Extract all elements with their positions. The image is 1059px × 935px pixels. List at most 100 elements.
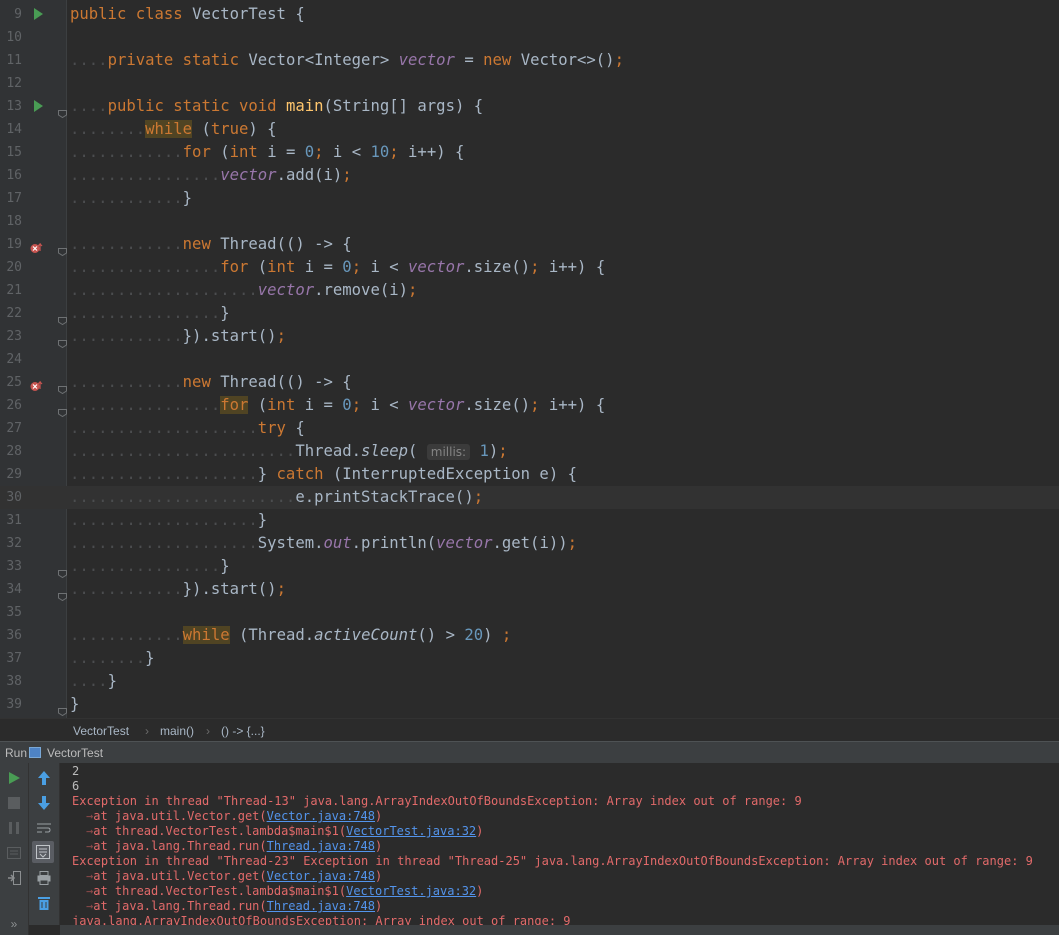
stack-trace-link[interactable]: VectorTest.java:32 [346,884,476,898]
code-text[interactable]: ............for (int i = 0; i < 10; i++)… [70,141,464,164]
code-line[interactable]: 22................} [0,302,1059,326]
code-line[interactable]: 14 ........while (true) { [0,118,1059,141]
code-text[interactable]: ................for (int i = 0; i < vect… [70,394,605,417]
dump-threads-icon[interactable] [5,844,23,862]
line-number[interactable]: 32 [0,532,22,555]
fold-marker-icon[interactable] [58,563,67,579]
code-line[interactable]: 12 [0,72,1059,95]
line-number[interactable]: 28 [0,440,22,463]
trash-icon[interactable] [35,894,53,912]
code-line[interactable]: 29....................} catch (Interrupt… [0,463,1059,486]
stack-trace-link[interactable]: Vector.java:748 [267,809,375,823]
lambda-breakpoint-icon[interactable] [30,239,43,253]
line-number[interactable]: 38 [0,670,22,693]
line-number[interactable]: 39 [0,693,22,716]
code-line[interactable]: 24 [0,348,1059,371]
code-text[interactable]: ............new Thread(() -> { [70,233,352,256]
code-text[interactable]: ....................System.out.println(v… [70,532,577,555]
code-text[interactable]: ................for (int i = 0; i < vect… [70,256,605,279]
fold-marker-icon[interactable] [58,241,67,257]
breadcrumb-method[interactable]: main() [160,724,194,738]
code-line[interactable]: 39} [0,693,1059,717]
code-editor[interactable]: 9 public class VectorTest { 10 11 ....privat… [0,0,1059,718]
code-line[interactable]: 32 ....................System.out.println… [0,532,1059,555]
line-number[interactable]: 30 [0,486,22,509]
print-icon[interactable] [35,869,53,887]
code-line[interactable]: 25 ............new Thread(() -> { [0,371,1059,395]
pause-icon[interactable] [5,819,23,837]
run-gutter-icon[interactable] [34,100,43,112]
code-line[interactable]: 19 ............new Thread(() -> { [0,233,1059,257]
line-number[interactable]: 21 [0,279,22,302]
line-number[interactable]: 36 [0,624,22,647]
code-line[interactable]: 10 [0,26,1059,49]
line-number[interactable]: 16 [0,164,22,187]
code-text[interactable]: ....................vector.remove(i); [70,279,417,302]
code-line[interactable]: 31....................} [0,509,1059,532]
code-line[interactable]: 23 ............}).start(); [0,325,1059,349]
code-text[interactable]: ....................try { [70,417,305,440]
code-line[interactable]: 35 [0,601,1059,624]
line-number[interactable]: 31 [0,509,22,532]
fold-marker-icon[interactable] [58,310,67,326]
code-text[interactable]: ................} [70,302,230,325]
code-line[interactable]: 28 ........................Thread.sleep( … [0,440,1059,463]
scroll-down-icon[interactable] [35,794,53,812]
line-number[interactable]: 24 [0,348,22,371]
line-number[interactable]: 17 [0,187,22,210]
lambda-breakpoint-icon[interactable] [30,377,43,391]
code-text[interactable]: ............while (Thread.activeCount() … [70,624,511,647]
fold-marker-icon[interactable] [58,379,67,395]
console-horizontal-scrollbar[interactable] [60,925,1059,935]
code-text[interactable]: ....public static void main(String[] arg… [70,95,483,118]
exit-icon[interactable] [5,869,23,887]
line-number[interactable]: 37 [0,647,22,670]
code-text[interactable]: ....private static Vector<Integer> vecto… [70,49,624,72]
code-line[interactable]: 36 ............while (Thread.activeCount(… [0,624,1059,647]
stop-icon[interactable] [5,794,23,812]
code-line[interactable]: 26 ................for (int i = 0; i < ve… [0,394,1059,418]
more-icon[interactable]: » [5,915,23,933]
code-text[interactable]: ................} [70,555,230,578]
code-line[interactable]: 17............} [0,187,1059,210]
code-text[interactable]: ........} [70,647,155,670]
line-number[interactable]: 23 [0,325,22,348]
code-line[interactable]: 33................} [0,555,1059,579]
stack-trace-link[interactable]: Thread.java:748 [267,839,375,853]
line-number[interactable]: 26 [0,394,22,417]
console-output[interactable]: 2 6 Exception in thread "Thread-13" java.l… [60,763,1059,925]
code-text[interactable]: ............} [70,187,192,210]
code-text[interactable]: public class VectorTest { [70,3,305,26]
code-line[interactable]: 16 ................vector.add(i); [0,164,1059,187]
line-number[interactable]: 22 [0,302,22,325]
breadcrumb-lambda[interactable]: () -> {...} [221,724,265,738]
code-text[interactable]: ........while (true) { [70,118,277,141]
code-line[interactable]: 34 ............}).start(); [0,578,1059,602]
line-number[interactable]: 29 [0,463,22,486]
run-tab-title[interactable]: VectorTest [47,746,103,760]
stack-trace-link[interactable]: Vector.java:748 [267,869,375,883]
line-number[interactable]: 11 [0,49,22,72]
breadcrumb-class[interactable]: VectorTest [73,724,129,738]
rerun-icon[interactable] [5,769,23,787]
line-number[interactable]: 12 [0,72,22,95]
fold-marker-icon[interactable] [58,701,67,717]
code-line[interactable]: 9 public class VectorTest { [0,3,1059,26]
scroll-up-icon[interactable] [35,769,53,787]
code-line[interactable]: 13 ....public static void main(String[] a… [0,95,1059,119]
fold-marker-icon[interactable] [58,103,67,119]
code-line[interactable]: 11 ....private static Vector<Integer> vec… [0,49,1059,72]
code-line[interactable]: 30 ........................e.printStackTr… [0,486,1059,509]
code-line[interactable]: 38....} [0,670,1059,693]
line-number[interactable]: 10 [0,26,22,49]
line-number[interactable]: 9 [0,3,22,26]
code-text[interactable]: ........................e.printStackTrac… [70,486,483,509]
code-line[interactable]: 15 ............for (int i = 0; i < 10; i+… [0,141,1059,164]
code-line[interactable]: 27 ....................try { [0,417,1059,440]
code-text[interactable]: ........................Thread.sleep( mi… [70,440,508,464]
line-number[interactable]: 33 [0,555,22,578]
code-text[interactable]: ....} [70,670,117,693]
fold-marker-icon[interactable] [58,586,67,602]
run-gutter-icon[interactable] [34,8,43,20]
code-line[interactable]: 21 ....................vector.remove(i); [0,279,1059,302]
